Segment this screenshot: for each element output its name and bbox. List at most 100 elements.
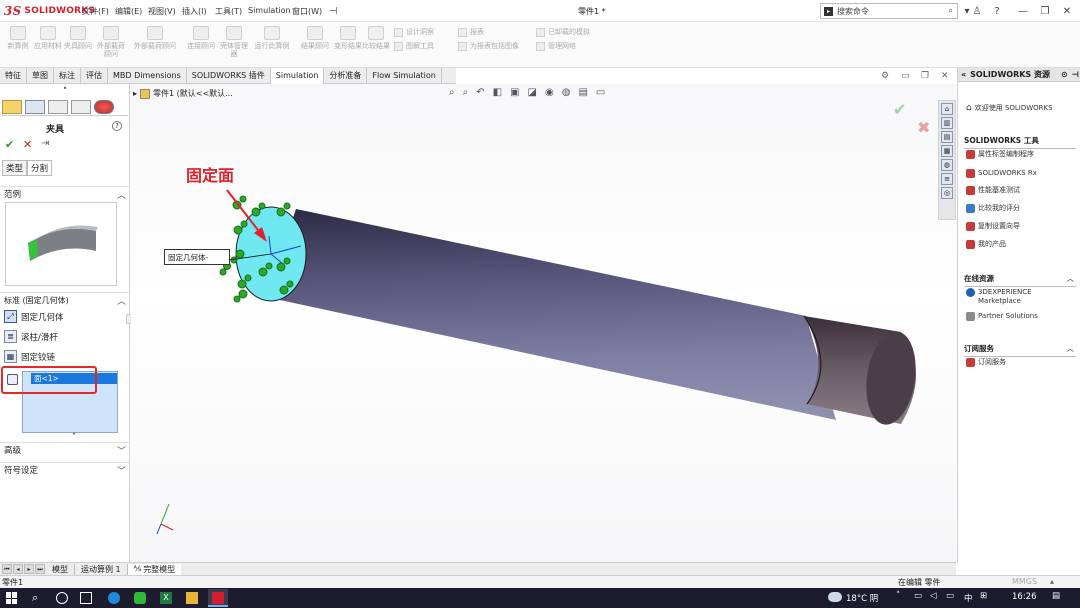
tool-benchmark[interactable]: 性能基准测试 (966, 186, 1076, 195)
file-explorer-icon[interactable] (186, 592, 198, 604)
report-button[interactable]: 报表 (458, 27, 484, 37)
tab-motion-study[interactable]: 运动算例 1 (75, 563, 128, 575)
first-tab-icon[interactable]: ⏮ (2, 563, 12, 574)
custom-properties-icon[interactable]: ≡ (941, 173, 953, 185)
symbol-settings-header[interactable]: 符号设定 ﹀ (0, 462, 130, 477)
tab-model[interactable]: 模型 (46, 563, 75, 575)
subtab-split[interactable]: 分割 (27, 160, 53, 176)
model-canvas[interactable] (131, 84, 956, 562)
panel-collapse-handle[interactable]: • (0, 84, 130, 98)
ime-icon[interactable]: ⊞ (980, 591, 987, 601)
last-tab-icon[interactable]: ⏭ (35, 563, 45, 574)
viewport-restore-icon[interactable]: ❐ (921, 71, 929, 81)
offloaded-sim-button[interactable]: 已卸载的模拟 (536, 27, 590, 37)
solidworks-forum-icon[interactable]: ◎ (941, 187, 953, 199)
pane-pin-icon[interactable]: ⊣ (1072, 70, 1079, 79)
menu-insert[interactable]: 插入(I) (182, 6, 207, 17)
pane-options-icon[interactable]: ⊙ (1061, 70, 1068, 79)
option-fixed-hinge[interactable]: ▦ 固定铰链 (4, 348, 126, 365)
include-image-button[interactable]: 为报表包括图像 (458, 41, 519, 51)
input-language[interactable]: 中 (964, 592, 973, 604)
fixtures-advisor-button[interactable]: 夹具顾问 (64, 26, 92, 50)
tool-copy-settings[interactable]: 复制设置向导 (966, 222, 1076, 231)
viewport-minimize-icon[interactable]: ▭ (901, 71, 910, 81)
apply-material-button[interactable]: 应用材料 (34, 26, 62, 50)
restore-icon[interactable]: ❐ (1038, 4, 1052, 18)
run-study-button[interactable]: 运行此算例 (250, 26, 294, 50)
ok-check-icon[interactable]: ✔ (5, 138, 14, 151)
tab-full-model[interactable]: ⅍ 完整模型 (127, 563, 182, 575)
tool-property-tab-builder[interactable]: 属性标签编制程序 (966, 150, 1076, 159)
subtab-type[interactable]: 类型 (2, 160, 28, 176)
standard-section-header[interactable]: 标准 (固定几何体) ︿ (0, 292, 130, 307)
wechat-icon[interactable] (134, 592, 146, 604)
tab-annotation[interactable]: 标注 (54, 68, 81, 84)
close-icon[interactable]: ✕ (1060, 4, 1074, 18)
design-library-icon[interactable]: ▥ (941, 117, 953, 129)
tab-evaluate[interactable]: 评估 (81, 68, 108, 84)
windows-start-icon[interactable] (6, 592, 18, 604)
tool-solidworks-rx[interactable]: SOLIDWORKS Rx (966, 169, 1076, 178)
tab-mbd[interactable]: MBD Dimensions (108, 68, 187, 84)
search-icon[interactable]: ⌕ (949, 6, 953, 16)
online-marketplace[interactable]: 3DEXPERIENCE Marketplace (966, 288, 1076, 306)
battery-icon[interactable]: ▭ (946, 591, 954, 601)
collapse-pane-icon[interactable]: « (961, 70, 966, 79)
cylinder-part[interactable] (266, 209, 921, 428)
menu-tools[interactable]: 工具(T) (215, 6, 242, 17)
home-icon[interactable]: ⌂ (941, 103, 953, 115)
external-loads-button[interactable]: 外部载荷顾问 (94, 26, 128, 58)
user-icon[interactable]: ♙ (970, 4, 984, 18)
property-manager-icon[interactable] (25, 100, 45, 114)
configuration-manager-icon[interactable] (48, 100, 68, 114)
fixture-callout[interactable]: 固定几何体- (164, 249, 230, 265)
graphics-area[interactable]: ▸ 零件1 (默认<<默认... ⌕ ⌕ ↶ ◧ ▣ ◪ ◉ ◍ ▤ ▭ ⚙ ▭… (131, 71, 956, 562)
viewport-options-icon[interactable]: ⚙ (881, 71, 889, 81)
clock-time[interactable]: 16:26 (1012, 592, 1037, 602)
status-units[interactable]: MMGS (1012, 577, 1037, 586)
appearances-icon[interactable]: ◍ (941, 159, 953, 171)
tool-compare-score[interactable]: 比较我的评分 (966, 204, 1076, 213)
example-section-header[interactable]: 范例 ︿ (0, 186, 130, 201)
viewport-close-icon[interactable]: ✕ (941, 71, 949, 81)
menu-file[interactable]: 文件(F) (82, 6, 109, 17)
advanced-section-header[interactable]: 高级 ﹀ (0, 442, 130, 457)
file-explorer-icon[interactable]: ▤ (941, 131, 953, 143)
minimize-icon[interactable]: — (1016, 4, 1030, 18)
menu-window[interactable]: 窗口(W) (292, 6, 322, 17)
new-study-button[interactable]: 新算例 (4, 26, 32, 50)
compare-results-button[interactable]: 比较结果 (362, 26, 390, 50)
manage-network-button[interactable]: 管理网络 (536, 41, 576, 51)
volume-icon[interactable]: ◁ (930, 591, 937, 601)
next-tab-icon[interactable]: ▸ (24, 563, 34, 574)
resize-handle-icon[interactable]: • (72, 430, 76, 438)
collapse-chevron-icon[interactable]: ︿ (1067, 343, 1075, 354)
display-manager-icon[interactable] (94, 100, 114, 114)
online-partner-solutions[interactable]: Partner Solutions (966, 312, 1076, 321)
tab-features[interactable]: 特征 (0, 68, 27, 84)
deformed-result-button[interactable]: 变形结果 (334, 26, 362, 50)
welcome-link[interactable]: ⌂ 欢迎使用 SOLIDWORKS (966, 104, 1076, 113)
connections-advisor-button[interactable]: 连接顾问 (184, 26, 218, 50)
tab-analysis-prep[interactable]: 分析准备 (324, 68, 368, 84)
tab-flow-simulation[interactable]: Flow Simulation (367, 68, 442, 84)
results-advisor-button[interactable]: 结果顾问 (296, 26, 334, 50)
pm-help-icon[interactable]: ? (112, 121, 122, 131)
tool-my-products[interactable]: 我的产品 (966, 240, 1076, 249)
tab-sketch[interactable]: 草图 (27, 68, 54, 84)
plot-tools-button[interactable]: 图解工具 (394, 41, 434, 51)
option-roller-slider[interactable]: ≣ 滚柱/滑杆 (4, 328, 126, 345)
task-view-icon[interactable] (80, 592, 92, 604)
notification-icon[interactable]: ▤ (1052, 591, 1060, 601)
option-fixed-geometry[interactable]: ⤢ 固定几何体 (4, 308, 126, 325)
prev-tab-icon[interactable]: ◂ (13, 563, 23, 574)
collapse-chevron-icon[interactable]: ︿ (1067, 273, 1075, 284)
menu-view[interactable]: 视图(V) (148, 6, 176, 17)
weather-text[interactable]: 18°C 阴 (846, 592, 878, 604)
search-command-box[interactable]: ▸ 搜索命令 ⌕ (820, 3, 958, 19)
design-insight-button[interactable]: 设计洞察 (394, 27, 434, 37)
menu-simulation[interactable]: Simulation (248, 6, 291, 15)
shell-manager-button[interactable]: 壳体管理器 (220, 26, 248, 58)
menu-edit[interactable]: 编辑(E) (115, 6, 142, 17)
tab-simulation[interactable]: Simulation (270, 68, 325, 84)
